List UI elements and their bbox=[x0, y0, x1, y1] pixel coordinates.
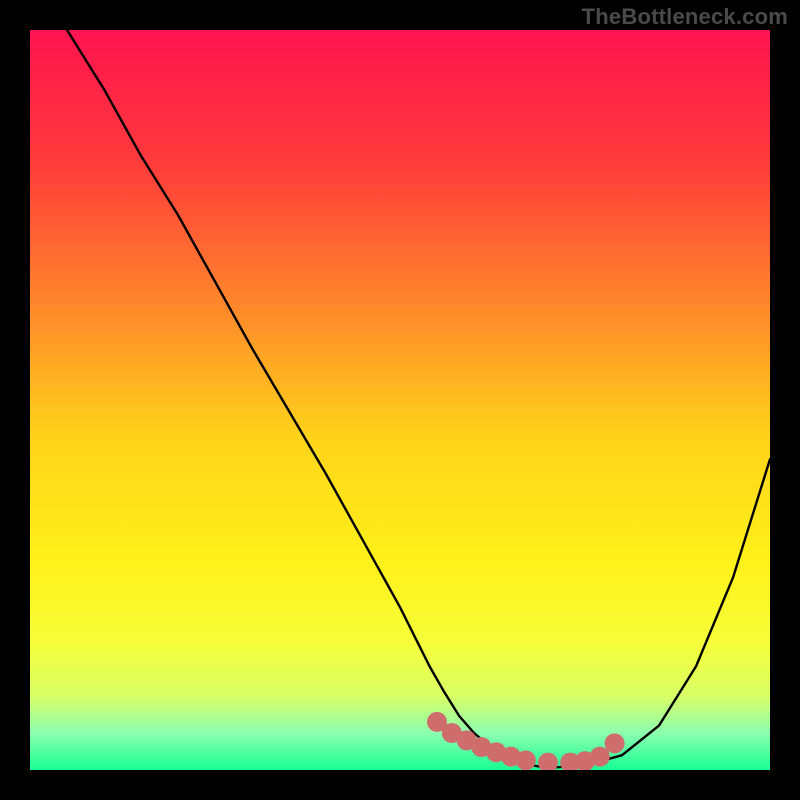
chart-stage: TheBottleneck.com bbox=[0, 0, 800, 800]
highlight-marker bbox=[538, 753, 558, 773]
highlight-marker bbox=[590, 747, 610, 767]
bottleneck-chart bbox=[0, 0, 800, 800]
plot-background bbox=[30, 30, 770, 770]
highlight-marker bbox=[516, 750, 536, 770]
highlight-marker bbox=[605, 733, 625, 753]
watermark-text: TheBottleneck.com bbox=[582, 4, 788, 30]
